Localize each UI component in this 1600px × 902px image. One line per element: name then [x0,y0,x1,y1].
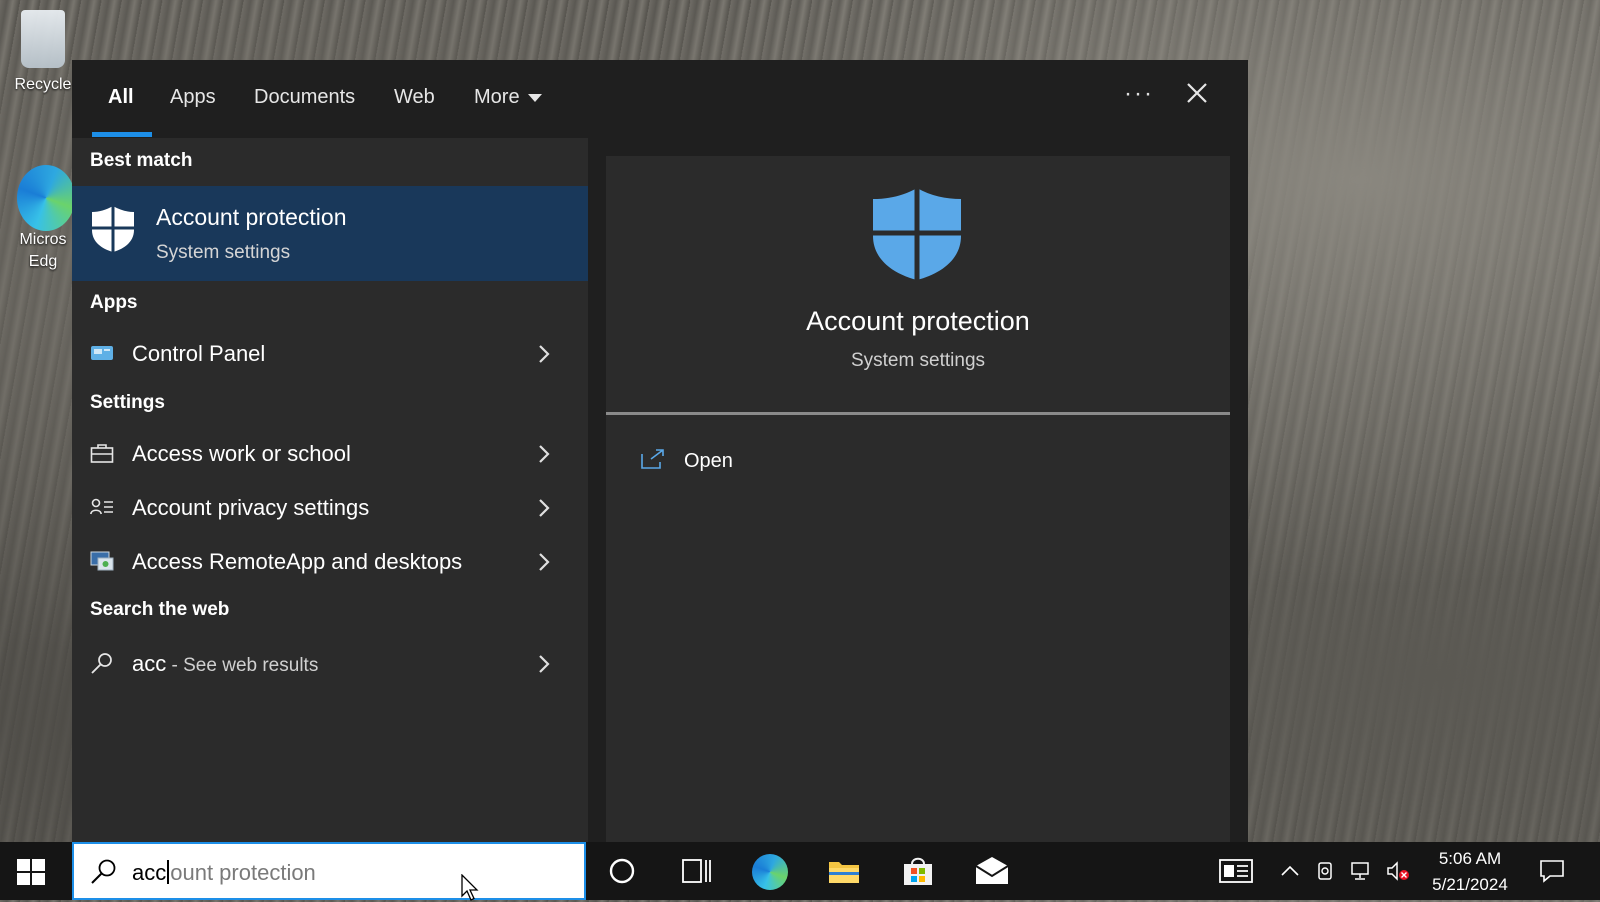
best-match-result[interactable]: Account protection System settings [72,186,588,281]
list-item-access-remoteapp[interactable]: Access RemoteApp and desktops [72,538,588,586]
taskbar-search-input[interactable]: acc ount protection [72,842,586,901]
mouse-pointer-icon [461,874,479,901]
control-panel-icon [91,346,113,360]
edge-icon [17,165,75,231]
close-icon[interactable] [1182,78,1212,108]
section-heading-best-match: Best match [90,150,193,171]
news-widget-icon[interactable] [1218,854,1254,888]
open-label: Open [684,450,733,472]
chevron-right-icon [539,655,550,673]
chevron-up-icon[interactable] [1278,860,1302,882]
shield-icon [92,206,134,252]
list-item-label: Account privacy settings [132,495,370,520]
list-item-access-work-or-school[interactable]: Access work or school [72,430,588,478]
section-heading-settings: Settings [90,392,165,413]
open-button[interactable]: Open [640,442,840,478]
desktop-icon-edge[interactable]: Micros Edg [8,165,78,273]
section-heading-apps: Apps [90,292,138,313]
tab-documents[interactable]: Documents [254,86,355,109]
search-typed-text: acc [132,860,167,885]
notification-center-icon[interactable] [1538,858,1566,884]
chevron-right-icon [539,345,550,363]
divider [606,412,1230,415]
list-item-control-panel[interactable]: Control Panel [72,330,588,378]
list-item-web-results[interactable]: acc - See web results [72,640,588,688]
search-panel: All Apps Documents Web More ··· Best mat… [72,60,1248,842]
tab-web[interactable]: Web [394,86,435,109]
section-heading-search-the-web: Search the web [90,599,230,620]
tab-more-label: More [474,86,520,108]
search-tabs: All Apps Documents Web More ··· [72,60,1248,138]
search-icon [91,653,112,674]
desktop-icon-label-line2: Edg [28,253,58,270]
search-query: acc ount protection [132,860,316,886]
list-item-label: Access RemoteApp and desktops [132,549,463,574]
clock-date: 5/21/2024 [1432,875,1508,894]
list-item-account-privacy-settings[interactable]: Account privacy settings [72,484,588,532]
chevron-down-icon [527,93,542,102]
results-list: Best match Account protection System set… [72,138,588,842]
preview-subtitle: System settings [850,350,986,371]
text-cursor [167,860,170,884]
taskbar: acc ount protection 5:06 AM 5/21/2024 [0,842,1600,901]
cortana-icon[interactable] [604,854,640,888]
desktop-icon-label: Micros [19,231,67,248]
edge-icon[interactable] [752,854,788,890]
web-results-suffix: - See web results [166,655,319,676]
network-icon[interactable] [1350,860,1374,882]
chevron-right-icon [539,553,550,571]
desktop-icon-label: Recycle [14,76,72,93]
clock-time: 5:06 AM [1438,849,1502,868]
search-autocomplete: ount protection [170,860,316,885]
tab-more[interactable]: More [474,86,542,109]
microsoft-store-icon[interactable] [900,854,936,888]
chevron-right-icon [539,499,550,517]
person-list-icon [90,498,113,515]
recycle-bin-icon [17,10,69,70]
best-match-title: Account protection [156,204,347,230]
meet-now-icon[interactable] [1314,860,1338,882]
desktop-icon-recycle-bin[interactable]: Recycle [8,10,78,96]
active-tab-indicator [92,132,152,137]
briefcase-icon [90,444,114,463]
best-match-subtitle: System settings [156,242,291,263]
taskbar-clock[interactable]: 5:06 AM 5/21/2024 [1420,846,1520,898]
search-icon [91,859,116,884]
list-item-label: Control Panel [132,341,266,366]
file-explorer-icon[interactable] [826,854,862,888]
windows-start-icon[interactable] [16,858,46,886]
web-query: acc [132,651,167,676]
tab-apps[interactable]: Apps [170,86,216,109]
task-view-icon[interactable] [678,854,714,888]
more-options-button[interactable]: ··· [1124,80,1154,108]
shield-icon [873,188,961,280]
chevron-right-icon [539,445,550,463]
web-result-label: acc - See web results [132,651,318,677]
result-preview: Account protection System settings Open [606,156,1230,842]
preview-title: Account protection [806,306,1030,336]
list-item-label: Access work or school [132,441,351,466]
remote-desktop-icon [90,551,114,571]
volume-muted-icon[interactable] [1386,860,1410,882]
mail-icon[interactable] [974,854,1010,888]
open-external-icon [641,449,664,469]
tab-all[interactable]: All [108,86,134,109]
